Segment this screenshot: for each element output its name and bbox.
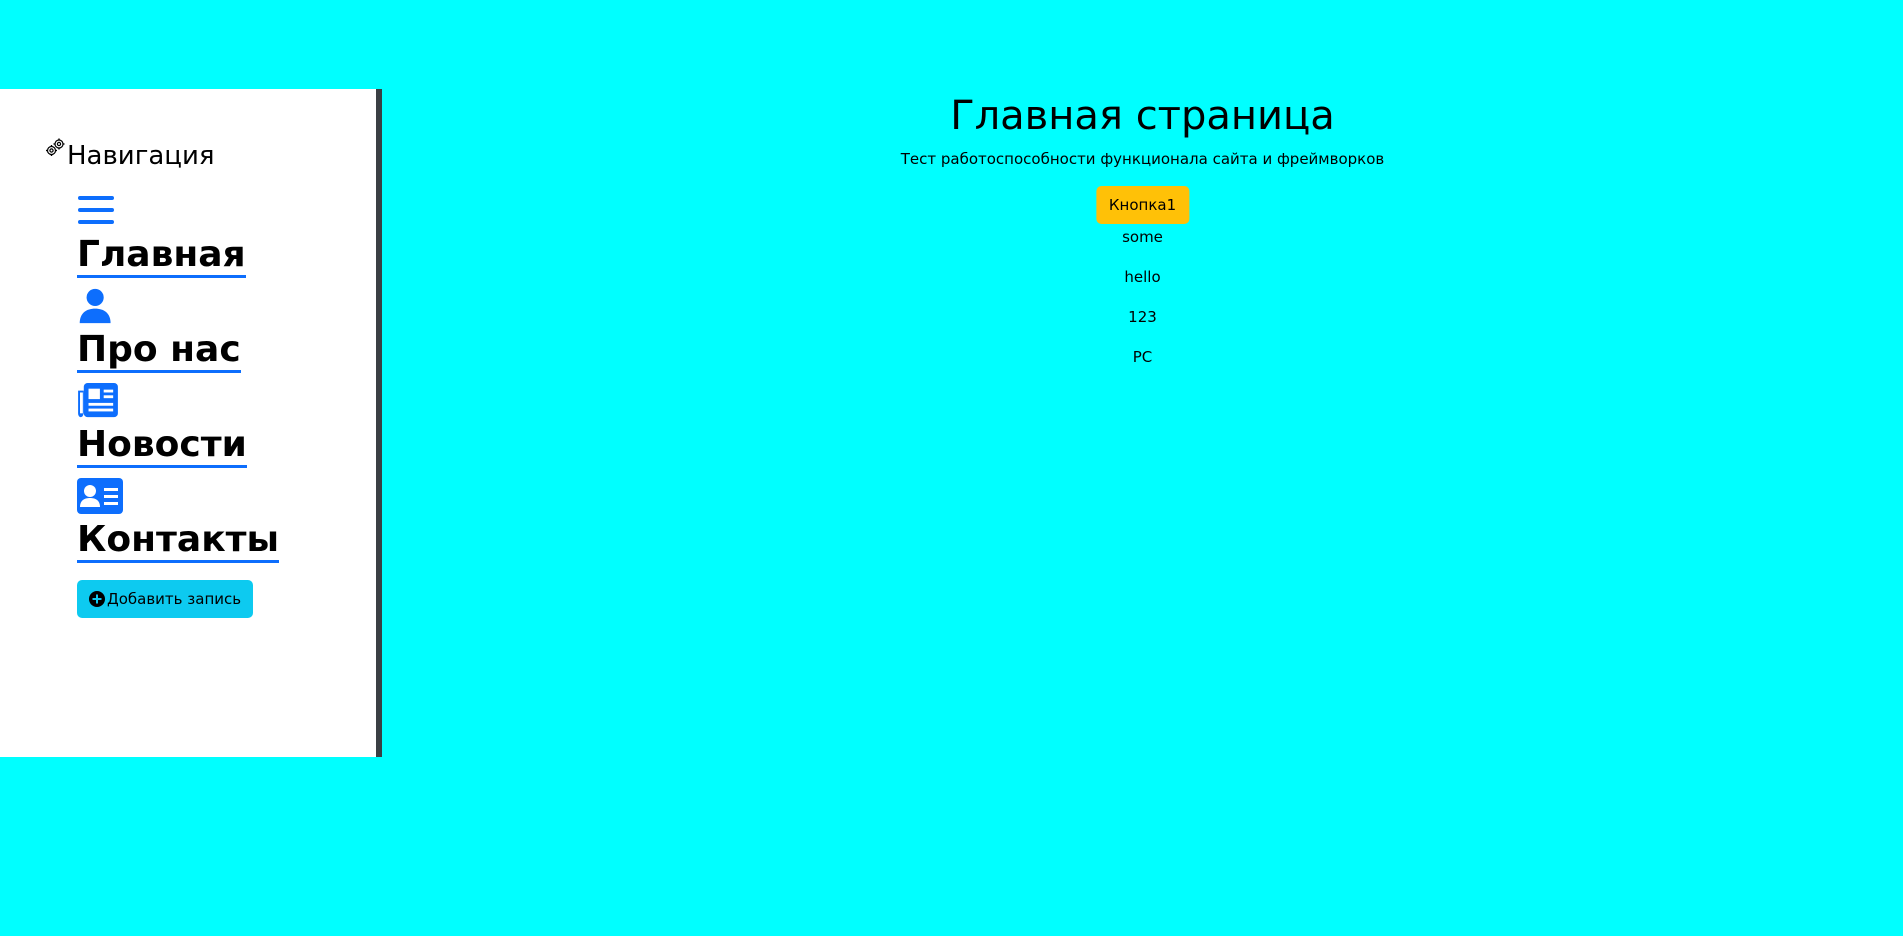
- person-icon: [79, 288, 111, 324]
- nav-heading: Навигация: [45, 137, 215, 169]
- add-record-button-label: Добавить запись: [107, 590, 242, 608]
- nav-item-home[interactable]: Главная: [77, 193, 367, 288]
- page-title: Главная страница: [950, 93, 1335, 139]
- newspaper-icon: [78, 383, 118, 418]
- nav-item-about[interactable]: Про нас: [77, 288, 367, 383]
- list-item: hello: [1124, 268, 1161, 286]
- list-item: some: [1122, 228, 1163, 246]
- nav-item-contacts[interactable]: Контакты: [77, 478, 367, 573]
- plus-circle-icon: [89, 591, 105, 607]
- person-vcard-icon: [77, 478, 123, 514]
- list-item: 123: [1128, 308, 1157, 326]
- list-item: PC: [1132, 348, 1153, 366]
- page-subtitle: Тест работоспособности функционала сайта…: [900, 150, 1385, 168]
- nav-heading-title: Навигация: [67, 141, 215, 171]
- nav-item-home-label: Главная: [77, 235, 246, 278]
- item-list: some hello 123 PC: [382, 227, 1903, 387]
- nav-item-contacts-label: Контакты: [77, 520, 280, 563]
- nav-list: Главная Про нас Новости Контакты Добавит…: [77, 193, 367, 618]
- nav-item-news[interactable]: Новости: [77, 383, 367, 478]
- gears-icon: [46, 138, 65, 156]
- button-1[interactable]: Кнопка1: [1095, 186, 1190, 224]
- nav-item-about-label: Про нас: [77, 330, 241, 373]
- hamburger-menu-icon: [78, 196, 114, 224]
- nav-item-news-label: Новости: [77, 425, 247, 468]
- sidebar: Навигация Главная Про нас Новости Контак…: [0, 89, 382, 757]
- add-record-button[interactable]: Добавить запись: [77, 580, 254, 618]
